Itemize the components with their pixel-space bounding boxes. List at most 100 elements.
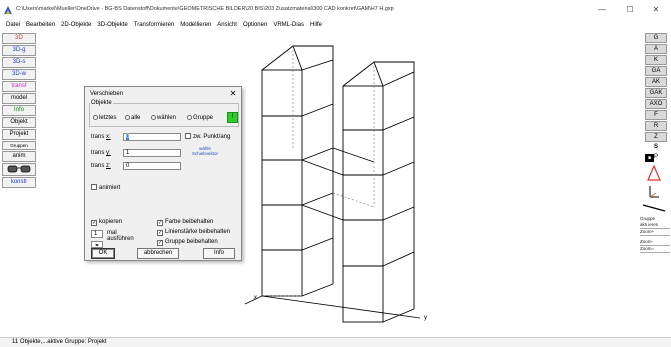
btn-zoom-minus[interactable]: Zoom- xyxy=(640,239,670,246)
check-icon: ✓ xyxy=(157,240,163,246)
menu-3d-objekte[interactable]: 3D-Objekte xyxy=(94,20,130,31)
trans-x-input[interactable]: 0 xyxy=(123,133,181,141)
menu-optionen[interactable]: Optionen xyxy=(240,20,270,31)
zw-punkt-label: zw. Punkt/ang xyxy=(193,134,231,140)
btn-zoom-equal[interactable]: Zoom= xyxy=(640,246,670,253)
checkbox-linienstaerke[interactable]: ✓ Linienstärke beibehalten xyxy=(157,229,230,236)
trans-z-label: trans z: xyxy=(91,163,111,169)
line-icon xyxy=(642,204,666,212)
verschieben-dialog: Verschieben ✕ Objekte letztes alle wähle… xyxy=(84,86,242,261)
btn-a[interactable]: A xyxy=(645,44,667,54)
green-apply-button[interactable]: ! xyxy=(227,112,238,123)
radio-dot xyxy=(187,115,192,120)
radio-gruppe-label: Gruppe xyxy=(193,115,214,121)
checkbox-gruppe[interactable]: ✓ Gruppe beibehalten xyxy=(157,239,218,246)
btn-projekt[interactable]: Projekt xyxy=(2,129,36,140)
btn-transf[interactable]: transf xyxy=(2,81,36,92)
animiert-label: animiert xyxy=(99,185,121,191)
menu-2d-objekte[interactable]: 2D-Objekte xyxy=(58,20,94,31)
farbe-label: Farbe beibehalten xyxy=(165,219,214,225)
checkbox-box xyxy=(185,133,191,139)
btn-axo[interactable]: AXO xyxy=(645,99,667,109)
radio-dot xyxy=(151,115,156,120)
check-icon: ✓ xyxy=(157,220,163,226)
btn-objekt[interactable]: Objekt xyxy=(2,117,36,128)
btn-r[interactable]: R xyxy=(645,121,667,131)
menu-ansicht[interactable]: Ansicht xyxy=(214,20,240,31)
btn-3d[interactable]: 3D xyxy=(2,33,36,44)
btn-3d-s[interactable]: 3D-s xyxy=(2,57,36,68)
menu-vrml-dias[interactable]: VRML-Dias xyxy=(270,20,307,31)
close-button[interactable]: ✕ xyxy=(646,4,666,16)
axes-icon xyxy=(649,186,659,198)
btn-ga[interactable]: GA xyxy=(645,66,667,76)
info-button[interactable]: Info xyxy=(203,248,235,259)
btn-f[interactable]: F xyxy=(645,110,667,120)
btn-line[interactable] xyxy=(641,203,671,215)
btn-axes[interactable] xyxy=(647,184,671,202)
btn-p-label: P xyxy=(654,154,659,160)
trans-z-input[interactable]: 0 xyxy=(123,162,181,170)
checkbox-animiert[interactable]: animiert xyxy=(91,184,120,191)
minimize-button[interactable]: — xyxy=(592,4,612,16)
btn-g[interactable]: G xyxy=(645,33,667,43)
btn-3d-g[interactable]: 3D-g xyxy=(2,45,36,56)
glasses-icon xyxy=(7,165,31,173)
triangle-icon xyxy=(647,164,661,181)
radio-dot xyxy=(93,115,98,120)
menu-bearbeiten[interactable]: Bearbeiten xyxy=(23,20,58,31)
kopieren-label: kopieren xyxy=(99,219,123,225)
btn-triangle[interactable] xyxy=(647,164,671,183)
title-bar: C:\Users\markel\Mueller\OneDrive - BG-BS… xyxy=(0,0,671,20)
radio-waehlen[interactable]: wählen xyxy=(151,115,176,121)
check-icon: ✓ xyxy=(157,230,163,236)
checkbox-kopieren[interactable]: ✓ kopieren xyxy=(91,219,122,226)
btn-gruppen[interactable]: Gruppen xyxy=(2,141,36,150)
menu-hilfe[interactable]: Hilfe xyxy=(307,20,325,31)
menu-bar: Datei Bearbeiten 2D-Objekte 3D-Objekte T… xyxy=(0,20,671,31)
radio-gruppe[interactable]: Gruppe xyxy=(187,115,213,121)
btn-z[interactable]: Z xyxy=(645,132,667,142)
schiebvektor-link[interactable]: wähle Schiebvektor xyxy=(189,146,221,156)
mal-spinner[interactable]: ◂▸ xyxy=(91,241,103,248)
btn-konstr[interactable]: konstr xyxy=(2,177,36,188)
btn-pf[interactable]: ■ P xyxy=(645,154,671,163)
btn-glasses[interactable] xyxy=(2,163,36,176)
trans-y-label: trans y: xyxy=(91,150,111,156)
axis-label-x: x xyxy=(254,295,257,301)
trans-y-input[interactable]: 1 xyxy=(123,149,181,157)
btn-gak[interactable]: GAK xyxy=(645,88,667,98)
btn-model[interactable]: model xyxy=(2,93,36,104)
btn-zoom-plus[interactable]: Zoom+ xyxy=(640,229,670,236)
btn-anim[interactable]: anim xyxy=(2,151,36,162)
gruppe-label: Gruppe beibehalten xyxy=(165,239,218,245)
checkbox-box xyxy=(91,184,97,190)
right-toolbar: G A K GA AK GAK AXO F R Z S ■ P Gruppe ak… xyxy=(637,33,671,253)
btn-s[interactable]: S xyxy=(645,143,667,153)
maximize-button[interactable]: ☐ xyxy=(620,4,640,16)
axis-label-y: y xyxy=(424,315,427,321)
radio-alle[interactable]: alle xyxy=(125,115,140,121)
menu-datei[interactable]: Datei xyxy=(3,20,23,31)
btn-k[interactable]: K xyxy=(645,55,667,65)
checkbox-zw-punkt[interactable]: zw. Punkt/ang xyxy=(185,133,230,140)
dialog-title: Verschieben xyxy=(90,91,124,97)
ok-button[interactable]: OK xyxy=(91,248,115,259)
linienstaerke-label: Linienstärke beibehalten xyxy=(165,229,231,235)
radio-letztes[interactable]: letztes xyxy=(93,115,116,121)
checkbox-farbe[interactable]: ✓ Farbe beibehalten xyxy=(157,219,213,226)
btn-3d-w[interactable]: 3D-w xyxy=(2,69,36,80)
radio-letztes-label: letztes xyxy=(99,115,117,121)
check-icon: ✓ xyxy=(91,220,97,226)
objekte-group-label: Objekte xyxy=(90,100,113,106)
mal-input[interactable]: 1 xyxy=(91,230,103,238)
menu-transformieren[interactable]: Transformieren xyxy=(131,20,177,31)
btn-info[interactable]: Info xyxy=(2,105,36,116)
abbrechen-button[interactable]: abbrechen xyxy=(137,248,179,259)
btn-ak[interactable]: AK xyxy=(645,77,667,87)
menu-modellieren[interactable]: Modellieren xyxy=(177,20,214,31)
radio-waehlen-label: wählen xyxy=(157,115,177,121)
right-tower-front xyxy=(342,85,384,323)
dialog-close-button[interactable]: ✕ xyxy=(227,89,239,98)
btn-gruppe-aktivieren[interactable]: Gruppe akti.ieren xyxy=(640,216,670,229)
